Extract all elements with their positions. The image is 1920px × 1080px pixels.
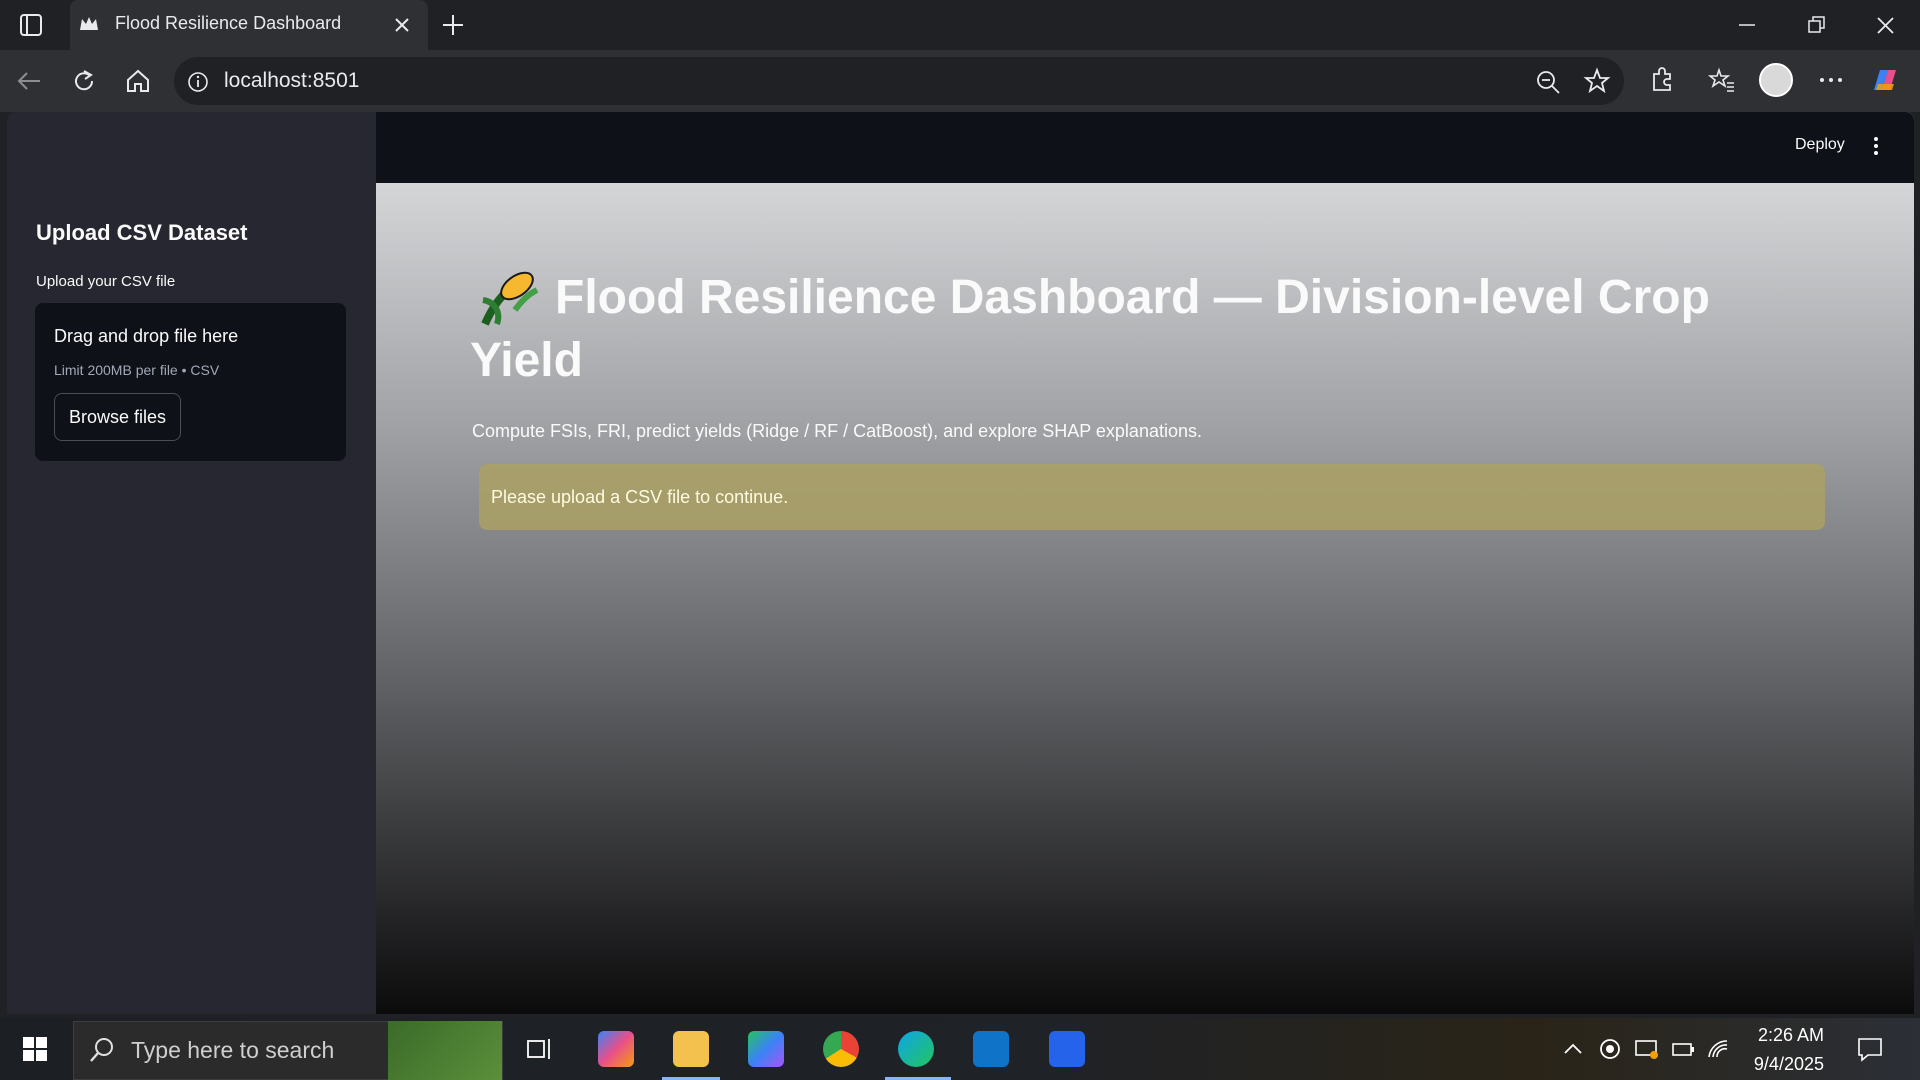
upload-label: Upload your CSV file (36, 273, 176, 290)
sidebar: Upload CSV Dataset Upload your CSV file … (7, 112, 376, 1014)
streamlit-app: Upload CSV Dataset Upload your CSV file … (7, 112, 1914, 1014)
app-header (376, 112, 1914, 183)
browse-files-button[interactable]: Browse files (54, 393, 181, 441)
corn-emoji-icon (481, 271, 539, 326)
task-view-icon[interactable] (525, 1035, 555, 1063)
new-tab-icon[interactable] (440, 12, 466, 38)
crown-favicon-icon (80, 17, 98, 30)
notifications-icon[interactable] (1856, 1036, 1884, 1062)
deploy-button[interactable]: Deploy (1795, 136, 1845, 154)
tab-actions-icon[interactable] (18, 12, 44, 38)
search-icon (90, 1038, 113, 1062)
close-tab-icon[interactable] (391, 14, 413, 36)
more-options-icon[interactable] (1816, 70, 1846, 90)
wifi-icon[interactable] (1706, 1037, 1732, 1061)
record-icon[interactable] (1598, 1037, 1622, 1061)
app-menu-icon[interactable] (1871, 134, 1881, 158)
favorites-icon[interactable] (1708, 66, 1736, 94)
profile-avatar[interactable] (1759, 63, 1793, 97)
home-icon[interactable] (124, 67, 152, 95)
network-status-icon[interactable] (1634, 1037, 1660, 1061)
warning-text: Please upload a CSV file to continue. (491, 487, 789, 507)
site-info-icon[interactable] (186, 70, 210, 94)
main-content (376, 112, 1914, 1014)
copilot-taskbar-icon[interactable] (598, 1031, 634, 1067)
address-bar[interactable] (174, 57, 1624, 105)
close-window-icon[interactable] (1873, 13, 1899, 37)
search-placeholder: Type here to search (131, 1037, 335, 1063)
restore-icon[interactable] (1805, 14, 1831, 36)
copilot-icon[interactable] (1868, 64, 1902, 98)
minimize-icon[interactable] (1735, 14, 1761, 36)
clock-date[interactable]: 9/4/2025 (1738, 1054, 1824, 1075)
sidebar-title: Upload CSV Dataset (36, 220, 248, 245)
file-explorer-icon[interactable] (673, 1031, 709, 1067)
vscode-icon[interactable] (973, 1031, 1009, 1067)
search-highlight-image (388, 1021, 502, 1080)
favorite-star-icon[interactable] (1583, 67, 1611, 95)
chrome-icon[interactable] (823, 1031, 859, 1067)
dropzone-text: Drag and drop file here (54, 326, 239, 346)
show-hidden-icons-icon[interactable] (1562, 1040, 1584, 1058)
windows-start-icon[interactable] (22, 1036, 48, 1062)
edge-icon[interactable] (898, 1031, 934, 1067)
m365-icon[interactable] (748, 1031, 784, 1067)
back-icon[interactable] (14, 68, 44, 94)
battery-icon[interactable] (1670, 1039, 1696, 1059)
page-title-line2: Yield (470, 334, 583, 387)
page-caption: Compute FSIs, FRI, predict yields (Ridge… (472, 421, 1202, 441)
dropzone-limit: Limit 200MB per file • CSV (54, 362, 220, 378)
zoom-out-icon[interactable] (1534, 68, 1562, 96)
extensions-icon[interactable] (1648, 66, 1676, 94)
page-title-line1: Flood Resilience Dashboard — Division-le… (555, 271, 1710, 324)
powershell-icon[interactable] (1049, 1031, 1085, 1067)
refresh-icon[interactable] (70, 67, 98, 95)
clock-time[interactable]: 2:26 AM (1738, 1025, 1824, 1046)
tab-title: Flood Resilience Dashboard (115, 13, 342, 33)
url-text: localhost:8501 (224, 69, 360, 92)
